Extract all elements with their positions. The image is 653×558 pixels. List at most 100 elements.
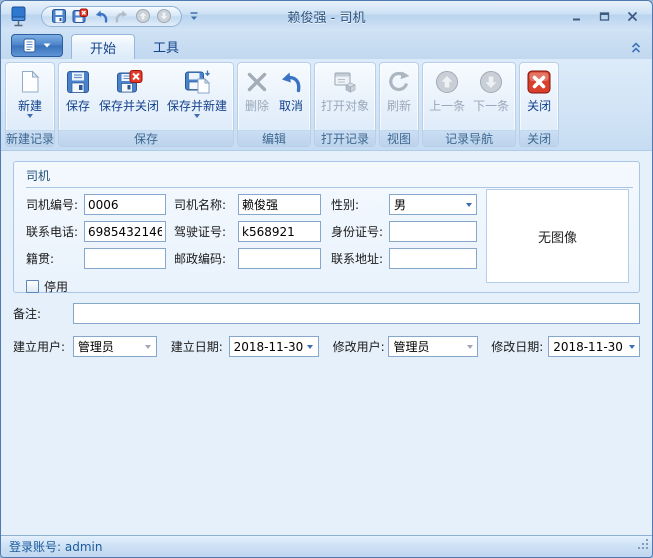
created-by-select[interactable]: 管理员 (73, 336, 157, 357)
double-chevron-up-icon[interactable] (630, 39, 642, 58)
toolbar-options-icon[interactable] (188, 9, 200, 23)
save-and-close-icon[interactable] (71, 8, 89, 25)
disable-checkbox[interactable] (26, 280, 39, 293)
up-circle-icon[interactable] (134, 8, 152, 25)
redo-icon[interactable] (113, 8, 131, 25)
phone-input[interactable] (84, 221, 166, 242)
modified-date-label: 修改日期: (491, 338, 548, 355)
down-circle-icon[interactable] (155, 8, 173, 25)
app-menu-button[interactable] (11, 34, 63, 57)
created-date-select[interactable]: 2018-11-30 (229, 336, 319, 357)
save-icon[interactable] (50, 8, 68, 25)
close-form-button[interactable]: 关闭 (522, 65, 556, 113)
driver-photo-placeholder[interactable]: 无图像 (486, 189, 629, 283)
open-object-icon (332, 67, 358, 97)
new-record-icon (17, 67, 43, 97)
chevron-down-icon (624, 345, 639, 349)
ribbon-group-label: 记录导航 (423, 130, 515, 146)
remark-input[interactable] (73, 303, 640, 324)
refresh-icon (386, 67, 412, 97)
modified-by-label: 修改用户: (333, 338, 389, 355)
chevron-down-icon (462, 345, 477, 349)
disable-checkbox-label: 停用 (44, 278, 68, 295)
quick-access-toolbar (41, 6, 182, 27)
groupbox-title: 司机 (26, 167, 633, 188)
save-and-close-button[interactable]: 保存并关闭 (95, 65, 163, 113)
chair-icon[interactable] (7, 4, 31, 28)
ribbon-group-close: 关闭 关闭 (519, 62, 559, 147)
driver-no-input[interactable] (84, 194, 166, 215)
delete-button[interactable]: 删除 (240, 65, 274, 113)
tab-start[interactable]: 开始 (71, 34, 135, 59)
license-input[interactable] (238, 221, 321, 242)
gender-label: 性别: (331, 196, 389, 213)
next-record-button[interactable]: 下一条 (469, 65, 513, 113)
modified-by-select[interactable]: 管理员 (388, 336, 478, 357)
ribbon-group-save: 保存 保存并关闭 保存并新建 保存 (58, 62, 234, 147)
delete-icon (244, 67, 270, 97)
ribbon-group-record-nav: 上一条 下一条 记录导航 (422, 62, 516, 147)
cancel-button[interactable]: 取消 (274, 65, 308, 113)
ribbon: 新建 新建记录 保存 保存并关闭 (1, 59, 652, 151)
ribbon-group-label: 打开记录 (315, 130, 375, 146)
form-panel: 司机 司机编号: 司机名称: 性别: 男 联系电话: 驾驶证号: 身份证号: (1, 151, 652, 535)
driver-groupbox: 司机 司机编号: 司机名称: 性别: 男 联系电话: 驾驶证号: 身份证号: (13, 161, 640, 293)
open-object-button[interactable]: 打开对象 (317, 65, 373, 113)
save-icon (65, 67, 91, 97)
modified-date-select[interactable]: 2018-11-30 (548, 336, 640, 357)
created-date-label: 建立日期: (171, 338, 229, 355)
ribbon-tab-bar: 开始 工具 (1, 31, 652, 59)
close-icon[interactable] (622, 7, 642, 25)
created-by-value: 管理员 (74, 338, 141, 355)
chevron-down-icon (194, 114, 200, 118)
postcode-label: 邮政编码: (174, 250, 238, 267)
id-card-input[interactable] (389, 221, 477, 242)
chevron-down-icon (27, 114, 33, 118)
refresh-button[interactable]: 刷新 (382, 65, 416, 113)
window-controls (566, 7, 646, 25)
driver-name-input[interactable] (238, 194, 321, 215)
ribbon-group-view: 刷新 视图 (379, 62, 419, 147)
ribbon-group-edit: 删除 取消 编辑 (237, 62, 311, 147)
previous-record-button[interactable]: 上一条 (425, 65, 469, 113)
modified-date-value: 2018-11-30 (549, 340, 624, 354)
login-account-text: 登录账号: admin (9, 538, 102, 555)
phone-label: 联系电话: (26, 223, 84, 240)
gender-select[interactable]: 男 (389, 194, 477, 215)
new-button[interactable]: 新建 (13, 65, 47, 118)
ribbon-group-label: 新建记录 (6, 130, 54, 146)
close-red-icon (526, 67, 552, 97)
undo-icon (278, 67, 304, 97)
chevron-down-icon (461, 203, 476, 207)
minimize-icon[interactable] (566, 7, 586, 25)
save-and-new-icon (184, 67, 211, 97)
save-button[interactable]: 保存 (61, 65, 95, 113)
address-label: 联系地址: (331, 250, 389, 267)
hometown-label: 籍贯: (26, 250, 84, 267)
driver-name-label: 司机名称: (174, 196, 238, 213)
address-input[interactable] (389, 248, 477, 269)
next-record-icon (478, 67, 504, 97)
ribbon-group-label: 保存 (59, 130, 233, 146)
app-window: 赖俊强 - 司机 开始 工具 (0, 0, 653, 558)
tab-tools[interactable]: 工具 (135, 34, 197, 59)
maximize-icon[interactable] (594, 7, 614, 25)
save-and-new-button[interactable]: 保存并新建 (163, 65, 231, 118)
ribbon-group-label: 编辑 (238, 130, 310, 146)
chevron-down-icon (303, 345, 318, 349)
id-card-label: 身份证号: (331, 223, 389, 240)
hometown-input[interactable] (84, 248, 166, 269)
status-bar: 登录账号: admin (1, 535, 652, 557)
chevron-down-icon (43, 43, 51, 49)
title-bar: 赖俊强 - 司机 (1, 1, 652, 31)
postcode-input[interactable] (238, 248, 321, 269)
remark-label: 备注: (13, 305, 73, 322)
ribbon-group-new-record: 新建 新建记录 (5, 62, 55, 147)
previous-record-icon (434, 67, 460, 97)
undo-icon[interactable] (92, 8, 110, 25)
resize-grip-icon[interactable] (637, 535, 649, 554)
chevron-down-icon (141, 345, 156, 349)
gender-value: 男 (390, 196, 461, 213)
ribbon-group-label: 关闭 (520, 130, 558, 146)
ribbon-group-open-record: 打开对象 打开记录 (314, 62, 376, 147)
